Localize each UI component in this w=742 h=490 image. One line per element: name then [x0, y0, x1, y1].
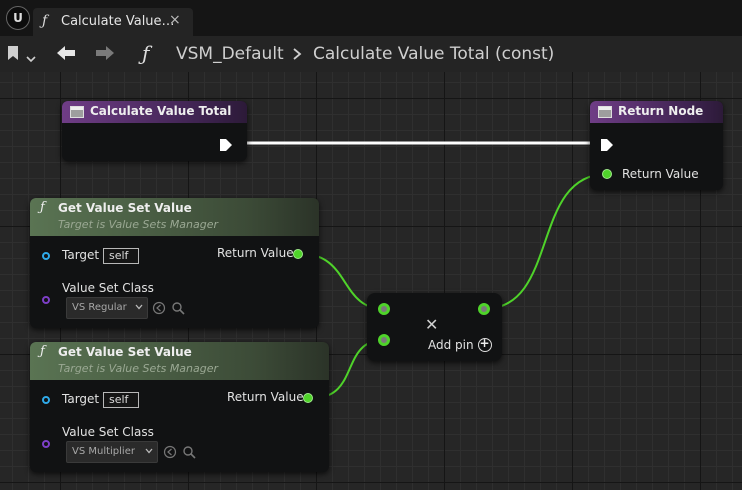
node-header: Return Node [590, 101, 723, 123]
search-icon[interactable] [171, 301, 185, 315]
target-value[interactable]: self [103, 392, 139, 408]
return-node[interactable]: Return Node Return Value [590, 101, 723, 190]
function-icon: ƒ [142, 41, 150, 65]
unreal-logo-icon[interactable]: U [6, 6, 30, 30]
get-value-set-value-node[interactable]: ƒ Get Value Set Value Target is Value Se… [30, 342, 329, 472]
node-header: ƒ Get Value Set Value Target is Value Se… [30, 342, 329, 380]
breadcrumb-current: Calculate Value Total (const) [313, 44, 555, 64]
chevron-right-icon [292, 46, 302, 65]
search-icon[interactable] [182, 445, 196, 459]
value-set-class-label: Value Set Class [62, 425, 154, 439]
node-title: Get Value Set Value [58, 345, 192, 359]
add-circle-icon[interactable]: + [478, 336, 492, 352]
value-set-class-dropdown[interactable]: VS Multiplier [66, 441, 158, 463]
output-pin[interactable] [478, 303, 490, 315]
bookmark-icon[interactable] [8, 46, 18, 60]
return-value-pin[interactable] [602, 169, 612, 179]
forward-arrow-icon[interactable] [94, 44, 116, 66]
close-icon[interactable]: × [169, 12, 181, 28]
node-title: Return Node [618, 104, 704, 118]
get-value-set-value-node[interactable]: ƒ Get Value Set Value Target is Value Se… [30, 198, 319, 328]
node-subtitle: Target is Value Sets Manager [58, 218, 219, 231]
float-wire-out [483, 173, 608, 310]
exec-in-pin[interactable] [600, 137, 614, 156]
add-pin-label[interactable]: Add pin [428, 338, 474, 352]
multiply-icon: ✕ [425, 315, 439, 334]
exec-out-pin[interactable] [219, 137, 233, 156]
chevron-down-icon [145, 448, 153, 454]
tab-bar: U ƒ Calculate Value… × [0, 0, 742, 36]
node-header: ƒ Get Value Set Value Target is Value Se… [30, 198, 319, 236]
target-value[interactable]: self [103, 248, 139, 264]
back-arrow-icon[interactable] [55, 44, 77, 66]
return-value-label: Return Value [217, 246, 294, 260]
breadcrumb-root[interactable]: VSM_Default [176, 44, 284, 64]
return-value-label: Return Value [622, 167, 699, 181]
input-b-pin[interactable] [378, 334, 390, 346]
value-set-class-pin[interactable] [42, 440, 50, 448]
function-icon: ƒ [40, 200, 45, 215]
input-a-pin[interactable] [378, 303, 390, 315]
tab-title: Calculate Value… [61, 14, 175, 29]
function-icon: ƒ [40, 344, 45, 359]
node-title: Get Value Set Value [58, 201, 192, 215]
target-label: Target [62, 392, 100, 406]
multiply-node[interactable]: ✕ Add pin + [367, 293, 502, 361]
browse-arrow-icon[interactable] [152, 301, 166, 315]
function-icon: ƒ [42, 13, 48, 29]
value-set-class-label: Value Set Class [62, 281, 154, 295]
blueprint-graph[interactable]: Calculate Value Total Return Node Return… [0, 72, 742, 490]
target-pin[interactable] [42, 252, 50, 260]
function-entry-icon [70, 106, 84, 118]
value-set-class-pin[interactable] [42, 296, 50, 304]
browse-arrow-icon[interactable] [163, 445, 177, 459]
return-value-pin[interactable] [293, 249, 303, 259]
return-value-label: Return Value [227, 390, 304, 404]
tab-calculate-value-total[interactable]: ƒ Calculate Value… × [33, 8, 193, 36]
value-set-class-value: VS Regular [72, 302, 127, 313]
value-set-class-value: VS Multiplier [72, 446, 135, 457]
target-pin[interactable] [42, 396, 50, 404]
node-subtitle: Target is Value Sets Manager [58, 362, 219, 375]
chevron-down-icon [135, 304, 143, 310]
chevron-down-icon[interactable] [26, 48, 36, 67]
node-title: Calculate Value Total [90, 104, 232, 118]
return-value-pin[interactable] [303, 393, 313, 403]
return-node-icon [598, 106, 612, 118]
target-label: Target [62, 248, 100, 262]
node-header: Calculate Value Total [62, 101, 247, 123]
graph-toolbar: ƒ VSM_Default Calculate Value Total (con… [0, 36, 742, 72]
entry-node[interactable]: Calculate Value Total [62, 101, 247, 161]
value-set-class-dropdown[interactable]: VS Regular [66, 297, 148, 319]
